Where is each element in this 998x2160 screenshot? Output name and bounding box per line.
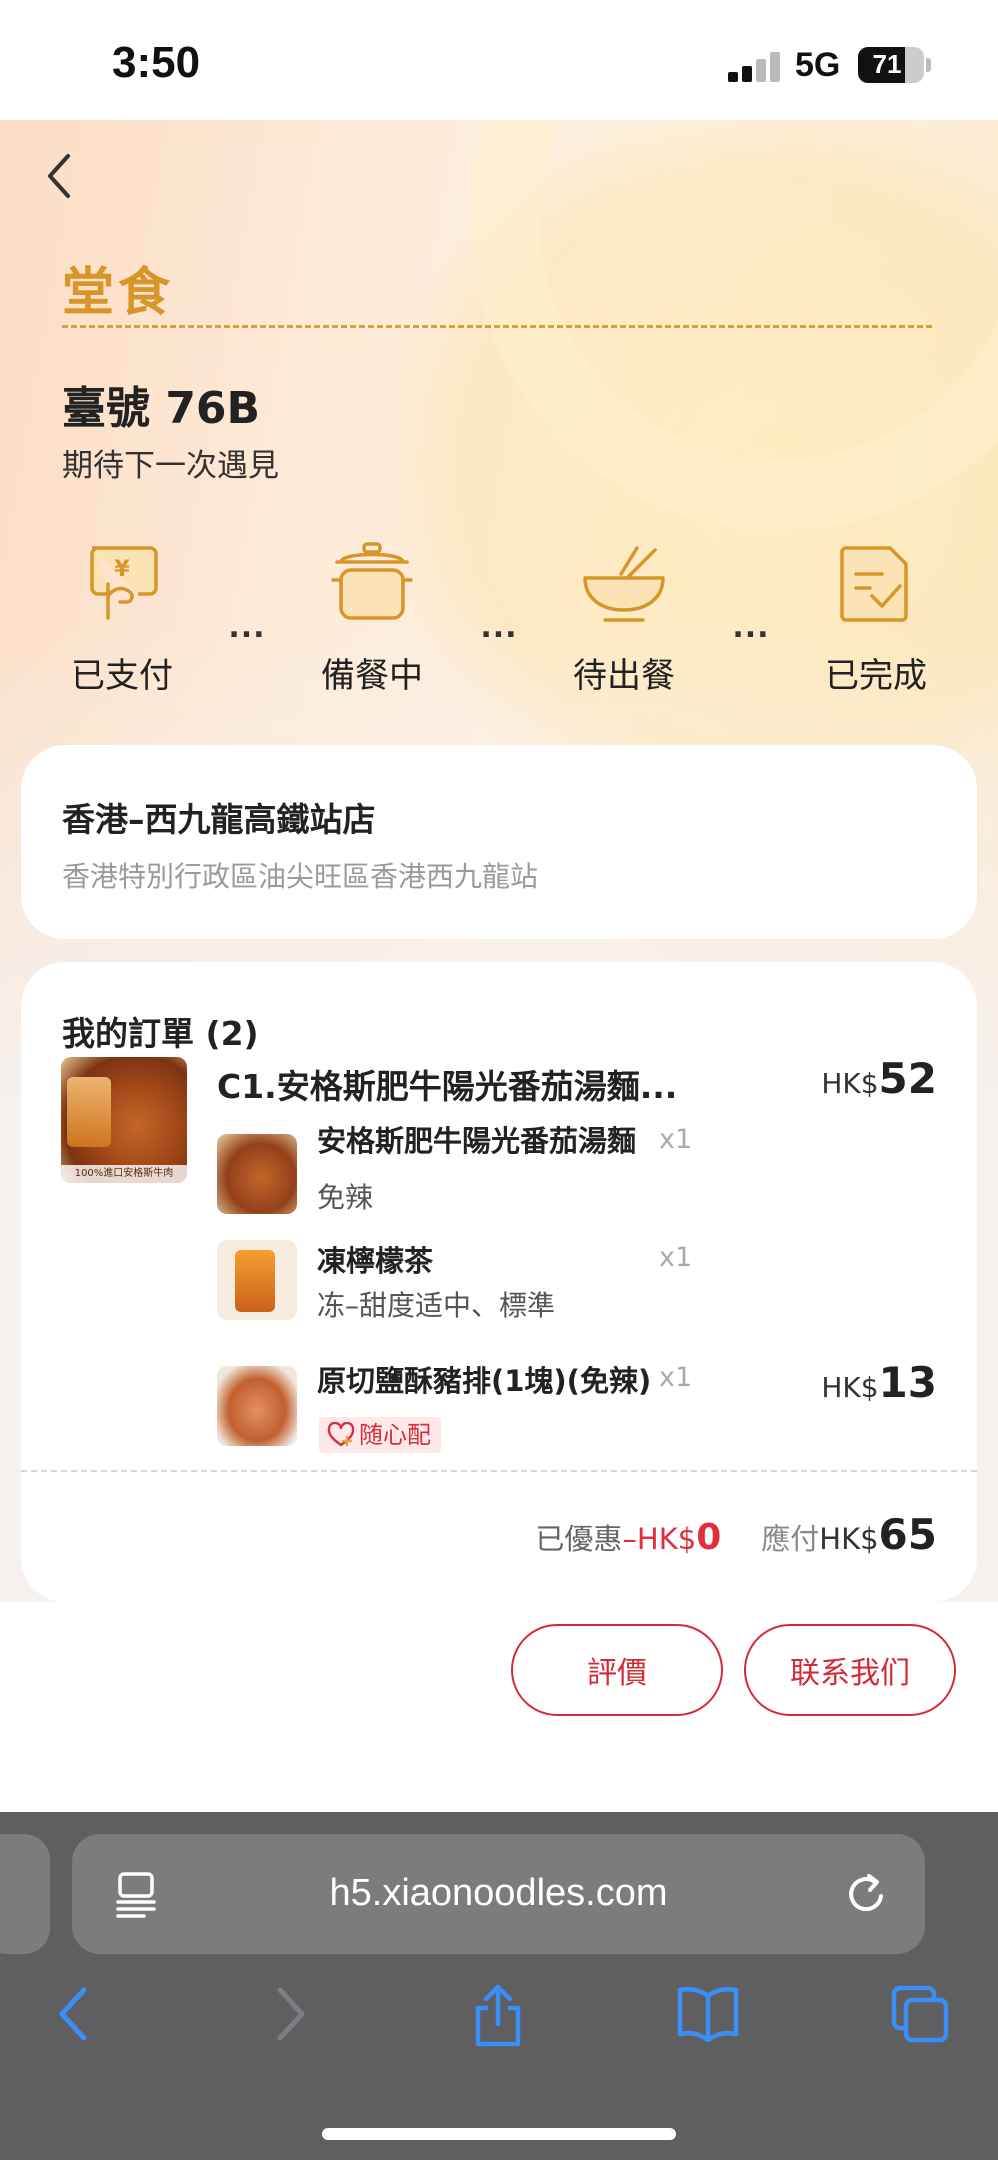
store-card[interactable]: 香港–西九龍高鐵站店 香港特別行政區油尖旺區香港西九龍站: [21, 745, 977, 939]
payable-value: 65: [878, 1510, 937, 1559]
browser-toolbar: h5.xiaonoodles.com: [0, 1812, 998, 2160]
heart-plus-icon: [327, 1422, 355, 1447]
step-paid: ¥ 已支付: [37, 540, 207, 710]
review-button[interactable]: 評價: [511, 1624, 723, 1716]
step-label: 已完成: [825, 656, 927, 696]
price-value: 13: [878, 1358, 937, 1407]
status-bar: 3:50 5G 71: [0, 0, 998, 120]
url-text: h5.xiaonoodles.com: [329, 1872, 668, 1914]
order-progress: ¥ 已支付 ... 備餐中 ... 待出餐 ... 已完成: [0, 540, 998, 710]
extra-item-name: 原切鹽酥豬排(1塊)(免辣): [317, 1364, 652, 1398]
store-address: 香港特別行政區油尖旺區香港西九龍站: [62, 860, 539, 893]
action-bar: 評價 联系我们: [0, 1602, 998, 1812]
payable-label: 應付: [761, 1522, 820, 1556]
battery-icon: 71: [858, 47, 924, 83]
item-qty: x1: [659, 1362, 693, 1393]
step-label: 已支付: [71, 656, 173, 696]
lemon-tea-image: [217, 1240, 297, 1320]
badge-label: 随心配: [359, 1421, 431, 1449]
svg-text:¥: ¥: [114, 557, 130, 582]
pot-icon: [331, 542, 413, 620]
combo-image: 100%進口安格斯牛肉: [61, 1057, 187, 1183]
price-value: 52: [878, 1054, 937, 1103]
status-time: 3:50: [112, 38, 201, 87]
summary-divider: [21, 1470, 977, 1472]
step-label: 待出餐: [573, 656, 675, 696]
network-type: 5G: [795, 46, 841, 84]
combo-price: HK$52: [821, 1054, 937, 1103]
drink-glass: [67, 1077, 111, 1147]
order-summary: 已優惠 –HK$ 0 應付 HK$ 65: [535, 1510, 937, 1559]
battery-level: 71: [872, 49, 902, 79]
step-completed: 已完成: [791, 540, 961, 710]
order-title: 我的訂單 (2): [62, 1014, 259, 1053]
address-bar[interactable]: h5.xiaonoodles.com: [72, 1834, 925, 1954]
payable-currency: HK$: [819, 1522, 879, 1556]
item-qty: x1: [659, 1242, 693, 1273]
title-divider: [62, 325, 932, 328]
share-icon[interactable]: [470, 1984, 526, 2048]
store-name: 香港–西九龍高鐵站店: [62, 800, 376, 839]
flexible-pairing-badge: 随心配: [319, 1417, 441, 1453]
step-preparing: 備餐中: [287, 540, 457, 710]
discount-value: 0: [696, 1517, 722, 1558]
order-card: 我的訂單 (2) 100%進口安格斯牛肉 C1.安格斯肥牛陽光番茄湯麵... H…: [21, 962, 977, 1602]
forward-nav-icon[interactable]: [270, 1984, 310, 2044]
document-check-icon: [840, 546, 908, 622]
home-indicator[interactable]: [322, 2128, 676, 2140]
step-separator: ...: [480, 610, 518, 645]
drink-glass: [235, 1250, 275, 1312]
greeting-text: 期待下一次遇見: [62, 448, 279, 484]
noodle-image: [217, 1134, 297, 1214]
step-ready: 待出餐: [539, 540, 709, 710]
bowl-icon: [583, 546, 665, 622]
currency: HK$: [821, 1067, 879, 1100]
item-qty: x1: [659, 1124, 693, 1155]
previous-tab-peek[interactable]: [0, 1834, 50, 1954]
battery-tip: [926, 58, 931, 72]
step-separator: ...: [228, 610, 266, 645]
table-number: 臺號 76B: [62, 383, 261, 434]
tabs-icon[interactable]: [890, 1984, 952, 2046]
back-nav-icon[interactable]: [54, 1984, 94, 2044]
chevron-left-icon: [48, 154, 70, 198]
back-button[interactable]: [40, 150, 80, 202]
combo-name: C1.安格斯肥牛陽光番茄湯麵...: [217, 1067, 678, 1106]
step-label: 備餐中: [321, 656, 423, 696]
currency: HK$: [821, 1371, 879, 1404]
cellular-signal-icon: [728, 52, 782, 82]
step-separator: ...: [732, 610, 770, 645]
item-name: 安格斯肥牛陽光番茄湯麵: [317, 1124, 637, 1158]
page-title: 堂食: [62, 262, 175, 323]
item-note: 免辣: [317, 1181, 374, 1214]
discount-label: 已優惠: [535, 1522, 623, 1556]
pork-chop-image: [217, 1366, 297, 1446]
contact-us-button[interactable]: 联系我们: [744, 1624, 956, 1716]
extra-price: HK$13: [821, 1358, 937, 1407]
item-note: 冻–甜度适中、標準: [317, 1289, 556, 1322]
bookmarks-icon[interactable]: [676, 1984, 740, 2044]
reload-icon[interactable]: [845, 1868, 889, 1918]
payment-icon: ¥: [90, 546, 158, 620]
discount-currency: –HK$: [622, 1522, 697, 1556]
item-name: 凍檸檬茶: [317, 1244, 434, 1278]
image-tag: 100%進口安格斯牛肉: [61, 1165, 187, 1183]
